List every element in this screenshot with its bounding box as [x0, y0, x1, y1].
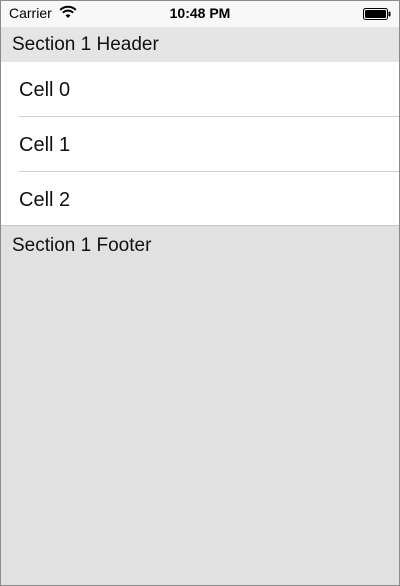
cell-label: Cell 1 — [19, 134, 71, 156]
status-time: 10:48 PM — [169, 5, 231, 21]
table-cell[interactable]: Cell 2 — [1, 172, 399, 225]
section-header-label: Section 1 Header — [12, 34, 159, 55]
battery-full-icon — [363, 7, 391, 20]
cell-label: Cell 2 — [19, 189, 71, 211]
table-section: Cell 0 Cell 1 Cell 2 — [1, 62, 399, 225]
table-cell[interactable]: Cell 1 — [1, 117, 399, 171]
section-footer-label: Section 1 Footer — [12, 235, 152, 256]
table-cell[interactable]: Cell 0 — [1, 62, 399, 116]
section-footer: Section 1 Footer — [1, 226, 399, 266]
section-header: Section 1 Header — [1, 27, 399, 62]
cell-label: Cell 0 — [19, 79, 71, 101]
status-bar: Carrier 10:48 PM — [1, 1, 399, 27]
screen: Carrier 10:48 PM Section 1 Header Cell 0… — [0, 0, 400, 586]
